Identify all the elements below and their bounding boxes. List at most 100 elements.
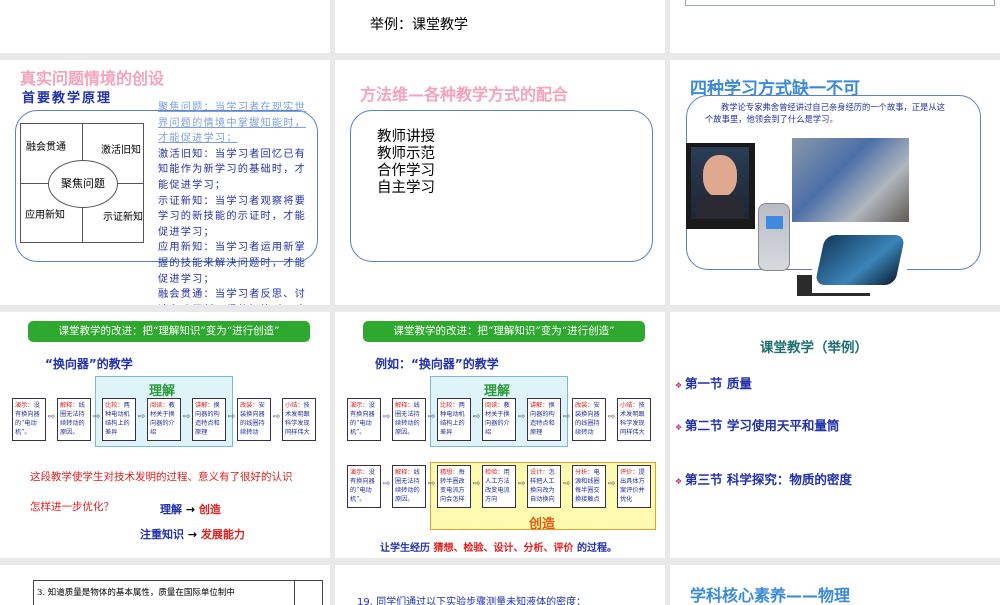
store-photo xyxy=(792,138,909,222)
step-label: 比较： xyxy=(440,402,459,409)
slide-thumbnail-4[interactable]: 真实问题情境的创设 首要教学原理 融会贯通 激活旧知 应用新知 示证新知 聚焦问… xyxy=(0,60,330,305)
flow-step-box: 演示：没有换向器的“电动机”。 xyxy=(347,465,381,508)
principle-line: 示证新知：当学习者观察将要学习的新技能的示证时，才能促进学习； xyxy=(158,195,307,238)
slide-text: 举例：课堂教学 xyxy=(370,17,468,33)
step-label: 评价： xyxy=(620,469,639,476)
slide-thumbnail-8[interactable]: 课堂教学的改进：把“理解知识”变为“进行创造” 例如：“换向器”的教学 理解 创… xyxy=(335,312,665,558)
question-text: 19. 同学们通过以下实验步骤测量未知液体的密度： xyxy=(357,597,587,605)
arrow-right-icon: ⇨ xyxy=(382,412,391,422)
step-label: 设计： xyxy=(530,469,549,476)
arrow-right-icon: ⇨ xyxy=(182,412,191,422)
step-label: 分析： xyxy=(575,469,594,476)
slide-title: 课堂教学（举例） xyxy=(760,340,868,356)
old-phone-image xyxy=(758,203,790,271)
diagram-label: 示证新知 xyxy=(103,212,143,223)
step-label: 解释： xyxy=(395,402,414,409)
slide-banner: 课堂教学的改进：把“理解知识”变为“进行创造” xyxy=(363,321,645,342)
footer-pre: 让学生经历 xyxy=(380,543,430,554)
step-label: 演示： xyxy=(350,469,369,476)
flow-step-box: 讲解：换向器的构造特点和原理 xyxy=(192,398,226,441)
flow-step-box: 小结：技术发明跟科学发现同样伟大 xyxy=(282,398,316,441)
step-label: 解释： xyxy=(395,469,414,476)
from: 注重知识 xyxy=(140,528,184,541)
step-label: 检验： xyxy=(485,469,504,476)
flow-step-box: 比较：两种电动机结构上的差异 xyxy=(437,398,471,441)
flow-step-box: 改装：安装换向器的线圈持续转动 xyxy=(237,398,271,441)
flow-step-box: 猜想：每转半圈改变电流方向会怎样 xyxy=(437,465,471,508)
diagram-label: 融会贯通 xyxy=(26,142,66,153)
flow-step-box: 讲解：换向器的构造特点和原理 xyxy=(527,398,561,441)
slide-thumbnail-2[interactable]: 举例：课堂教学 xyxy=(335,0,665,53)
step-label: 演示： xyxy=(15,402,34,409)
question-text: 怎样进一步优化？ xyxy=(30,501,114,513)
bullet-item: ❖ 第一节 质量 xyxy=(675,373,752,392)
method-item: 自主学习 xyxy=(377,180,435,196)
flow-step-box: 演示：没有换向器的“电动机”。 xyxy=(12,398,46,441)
slide-title: 方法维—各种教学方式的配合 xyxy=(360,85,569,104)
group-label: 理解 xyxy=(484,384,511,399)
bullet-item: ❖ 第二节 学习使用天平和量筒 xyxy=(675,415,839,434)
flow-step-box: 分析：电源和线圈每半圈交换接触点 xyxy=(572,465,606,508)
slide-thumbnail-11[interactable]: 19. 同学们通过以下实验步骤测量未知液体的密度： xyxy=(335,565,665,605)
text-box xyxy=(685,0,995,6)
arrow: → xyxy=(185,503,196,516)
flow-step-box: 解释：线圈无法持续转动的原因。 xyxy=(392,398,426,441)
slide-thumbnail-3[interactable] xyxy=(670,0,1000,53)
arrow: → xyxy=(187,528,198,541)
slide-thumbnail-5[interactable]: 方法维—各种教学方式的配合 教师讲授 教师示范 合作学习 自主学习 xyxy=(335,60,665,305)
slide-thumbnail-12[interactable]: 学科核心素养——物理 xyxy=(670,565,1000,605)
bullet-icon: ❖ xyxy=(675,423,685,432)
step-label: 讲解： xyxy=(530,402,549,409)
slide-thumbnail-10[interactable]: 3. 知道质量是物体的基本属性，质量在国际单位制中 xyxy=(0,565,330,605)
bullet-icon: ❖ xyxy=(675,381,685,390)
method-item: 合作学习 xyxy=(377,163,435,179)
arrow-right-icon: ⇨ xyxy=(427,479,436,489)
flow-step-box: 小结：技术发明跟科学发现同样伟大 xyxy=(617,398,651,441)
step-label: 阅读： xyxy=(485,402,504,409)
bullet-icon: ❖ xyxy=(675,477,685,486)
principle-line: 聚焦问题：当学习者在现实世界问题的情境中掌握知能时，才能促进学习； xyxy=(158,102,307,145)
to: 发展能力 xyxy=(200,528,245,541)
principle-text: 聚焦问题：当学习者在现实世界问题的情境中掌握知能时，才能促进学习； 激活旧知：当… xyxy=(158,100,316,305)
step-label: 改装： xyxy=(240,402,259,409)
slide-subtitle: 首要教学原理 xyxy=(22,91,113,106)
step-label: 猜想： xyxy=(440,469,459,476)
method-list: 教师讲授 教师示范 合作学习 自主学习 xyxy=(377,129,435,197)
step-label: 演示： xyxy=(350,402,369,409)
portrait-photo xyxy=(686,143,755,229)
smartphone-image xyxy=(812,225,907,293)
slide-title: 学科核心素养——物理 xyxy=(690,586,851,605)
to: 创造 xyxy=(198,503,221,516)
arrow-line-2: 注重知识 → 发展能力 xyxy=(140,526,245,542)
method-item: 教师讲授 xyxy=(377,129,435,145)
slide-heading: 例如：“换向器”的教学 xyxy=(375,357,499,371)
arrow-right-icon: ⇨ xyxy=(517,412,526,422)
slide-thumbnail-6[interactable]: 四种学习方式缺一不可 教学论专家弗舍曾经讲过自己亲身经历的一个故事，正是从这个故… xyxy=(670,60,1000,305)
flow-step-box: 比较：两种电动机结构上的差异 xyxy=(102,398,136,441)
bullet-text: 第二节 学习使用天平和量筒 xyxy=(684,418,840,433)
table-cell: 3. 知道质量是物体的基本属性，质量在国际单位制中 xyxy=(37,588,235,598)
arrow-right-icon: ⇨ xyxy=(472,412,481,422)
slide-thumbnail-9[interactable]: 课堂教学（举例） ❖ 第一节 质量 ❖ 第二节 学习使用天平和量筒 ❖ 第三节 … xyxy=(670,312,1000,558)
footer-text: 让学生经历 猜想、检验、设计、分析、评价 的过程。 xyxy=(380,539,617,554)
slide-banner: 课堂教学的改进：把“理解知识”变为“进行创造” xyxy=(28,321,310,342)
table: 3. 知道质量是物体的基本属性，质量在国际单位制中 xyxy=(33,580,323,605)
flow-step-box: 设计：怎样把人工换向改为自动换向 xyxy=(527,465,561,508)
diagram-center: 聚焦问题 xyxy=(48,160,118,208)
arrow-right-icon: ⇨ xyxy=(137,412,146,422)
slide-title: 真实问题情境的创设 xyxy=(20,69,165,88)
flow-step-box: 改装：安装换向器的线圈持续转动 xyxy=(572,398,606,441)
bullet-item: ❖ 第三节 科学探究：物质的密度 xyxy=(675,469,852,488)
slide-thumbnail-7[interactable]: 课堂教学的改进：把“理解知识”变为“进行创造” “换向器”的教学 理解 演示：没… xyxy=(0,312,330,558)
arrow-right-icon: ⇨ xyxy=(562,479,571,489)
flow-step-box: 评价：提出具体方案评价并优化 xyxy=(617,465,651,508)
flow-step-box: 演示：没有换向器的“电动机”。 xyxy=(347,398,381,441)
step-label: 解释： xyxy=(60,402,79,409)
step-label: 比较： xyxy=(105,402,124,409)
bullet-text: 第一节 质量 xyxy=(684,376,752,391)
group-label: 理解 xyxy=(149,384,176,399)
step-label: 阅读： xyxy=(150,402,169,409)
step-label: 小结： xyxy=(285,402,304,409)
principle-diagram: 融会贯通 激活旧知 应用新知 示证新知 聚焦问题 xyxy=(20,123,144,243)
slide-thumbnail-1[interactable] xyxy=(0,0,330,53)
